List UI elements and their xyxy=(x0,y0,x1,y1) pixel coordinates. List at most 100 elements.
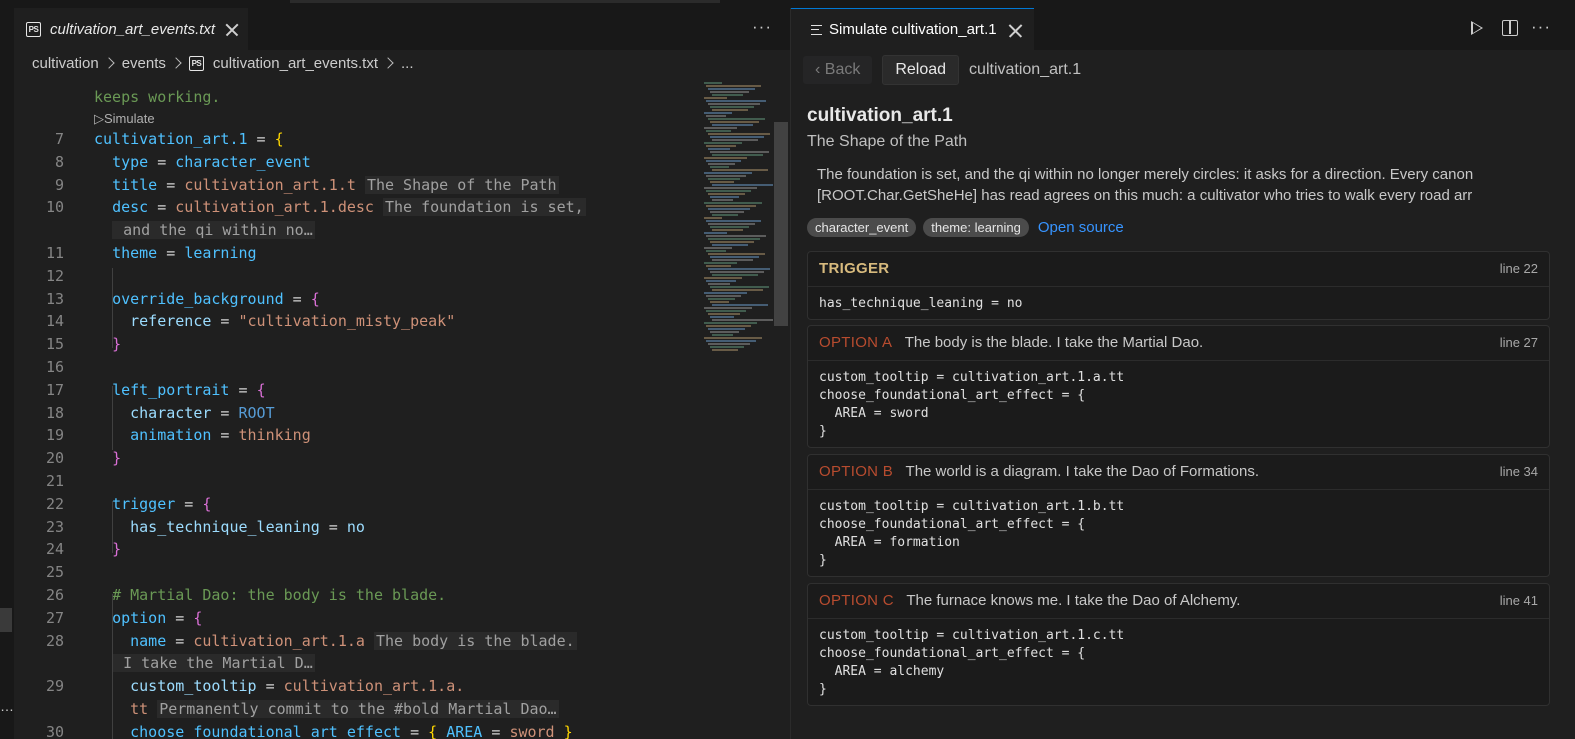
card-line-number[interactable]: line 27 xyxy=(1500,326,1538,360)
minimap-line xyxy=(712,274,758,276)
line-number: 22 xyxy=(45,494,64,513)
minimap-line xyxy=(712,229,743,231)
simulate-codelens[interactable]: ▷Simulate xyxy=(94,111,155,127)
code-line[interactable]: 11 theme = learning xyxy=(14,242,698,265)
line-number: 9 xyxy=(54,175,64,194)
ps-file-icon: PS xyxy=(188,55,204,71)
minimap-line xyxy=(710,136,764,138)
code-line[interactable]: 15 } xyxy=(14,333,698,356)
line-number: 15 xyxy=(45,335,64,354)
minimap-line xyxy=(708,133,770,135)
simulate-toolbar: ‹ Back Reload cultivation_art.1 xyxy=(791,50,1575,90)
code-line[interactable]: 12 xyxy=(14,265,698,288)
breadcrumb-item-file[interactable]: cultivation_art_events.txt xyxy=(213,55,378,72)
card-line-number[interactable]: line 22 xyxy=(1500,252,1538,286)
code-line[interactable]: 22 trigger = { xyxy=(14,493,698,516)
code-line[interactable]: 9 title = cultivation_art.1.t The Shape … xyxy=(14,174,698,197)
code-line[interactable]: 24 } xyxy=(14,538,698,561)
minimap-line xyxy=(708,298,735,300)
minimap-line xyxy=(708,193,745,195)
code-line[interactable]: 17 left_portrait = { xyxy=(14,379,698,402)
code-line[interactable]: 23 has_technique_leaning = no xyxy=(14,516,698,539)
code-line[interactable]: 8 type = character_event xyxy=(14,151,698,174)
inlay-hint: The body is the blade. xyxy=(373,631,577,650)
scrollbar-thumb[interactable] xyxy=(774,122,788,326)
more-icon[interactable]: … xyxy=(0,698,14,714)
code-line[interactable]: 16 xyxy=(14,356,698,379)
indent-guide xyxy=(112,386,113,450)
breadcrumb-item-symbol[interactable]: ... xyxy=(401,55,414,72)
code-text: } xyxy=(112,335,122,354)
split-editor-icon[interactable] xyxy=(1502,20,1518,36)
minimap-line xyxy=(704,262,737,264)
code-line[interactable]: 13 override_background = { xyxy=(14,288,698,311)
minimap-line xyxy=(704,292,747,294)
code-editor[interactable]: ▷Simulate keeps working. 7 cultivation_art… xyxy=(14,78,698,739)
card-body: custom_tooltip = cultivation_art.1.c.tt … xyxy=(819,628,1125,697)
editor-tab-bar: PS cultivation_art_events.txt ··· xyxy=(0,8,790,50)
run-icon[interactable] xyxy=(1471,21,1483,35)
minimap-line xyxy=(706,100,766,102)
tab-label: Simulate cultivation_art.1 xyxy=(829,21,997,38)
editor-scrollbar[interactable] xyxy=(774,78,790,739)
minimap-line xyxy=(706,115,726,117)
card-line-number[interactable]: line 41 xyxy=(1500,584,1538,618)
code-line[interactable]: 25 xyxy=(14,561,698,584)
code-line[interactable]: 27 option = { xyxy=(14,607,698,630)
code-line[interactable]: 7 cultivation_art.1 = { xyxy=(14,128,698,151)
minimap-line xyxy=(712,334,733,336)
minimap-line xyxy=(706,325,751,327)
code-line[interactable]: keeps working. xyxy=(14,86,698,109)
code-line[interactable]: 26 # Martial Dao: the body is the blade. xyxy=(14,584,698,607)
open-source-link[interactable]: Open source xyxy=(1038,219,1124,236)
code-text: } xyxy=(112,540,122,559)
minimap-line xyxy=(712,349,738,351)
minimap-line xyxy=(710,181,734,183)
breadcrumb-item-events[interactable]: events xyxy=(122,55,166,72)
close-icon[interactable] xyxy=(1007,21,1024,38)
more-actions-icon[interactable]: ··· xyxy=(750,18,774,40)
tab-cultivation-art-events[interactable]: PS cultivation_art_events.txt xyxy=(14,8,248,50)
event-description-line: The foundation is set, and the qi within… xyxy=(817,166,1474,183)
code-line[interactable]: I take the Martial D… xyxy=(14,652,698,675)
chevron-right-icon xyxy=(382,57,394,69)
minimap[interactable] xyxy=(700,78,773,358)
code-line[interactable]: tt Permanently commit to the #bold Marti… xyxy=(14,698,698,721)
back-button[interactable]: ‹ Back xyxy=(803,56,873,84)
code-line[interactable]: 18 character = ROOT xyxy=(14,402,698,425)
card-body: custom_tooltip = cultivation_art.1.a.tt … xyxy=(819,370,1125,439)
tab-simulate[interactable]: Simulate cultivation_art.1 xyxy=(791,8,1034,50)
minimap-line xyxy=(704,172,752,174)
inlay-hint: The foundation is set, xyxy=(383,198,586,217)
code-line[interactable]: 29 custom_tooltip = cultivation_art.1.a. xyxy=(14,675,698,698)
minimap-line xyxy=(704,202,762,204)
minimap-line xyxy=(712,214,738,216)
minimap-line xyxy=(704,277,742,279)
minimap-line xyxy=(710,331,739,333)
minimap-line xyxy=(710,211,744,213)
window-top-strip xyxy=(0,0,1575,8)
card-header: OPTION B The world is a diagram. I take … xyxy=(808,455,1549,490)
code-line[interactable]: 20 } xyxy=(14,447,698,470)
close-icon[interactable] xyxy=(224,21,240,37)
card-title: The body is the blade. I take the Martia… xyxy=(904,334,1204,351)
more-actions-icon[interactable]: ··· xyxy=(1529,18,1553,40)
code-line[interactable]: 21 xyxy=(14,470,698,493)
preview-icon xyxy=(811,24,822,35)
minimap-line xyxy=(708,328,745,330)
minimap-line xyxy=(704,142,742,144)
line-number: 23 xyxy=(45,517,64,536)
chevron-right-icon xyxy=(170,57,182,69)
reload-button[interactable]: Reload xyxy=(882,55,960,85)
minimap-line xyxy=(710,301,729,303)
code-line[interactable]: 30 choose_foundational_art_effect = { AR… xyxy=(14,721,698,739)
minimap-line xyxy=(706,145,736,147)
code-line[interactable]: 19 animation = thinking xyxy=(14,424,698,447)
code-line[interactable]: 28 name = cultivation_art.1.a The body i… xyxy=(14,630,698,653)
code-line[interactable]: 14 reference = "cultivation_misty_peak" xyxy=(14,310,698,333)
breadcrumb-item-cultivation[interactable]: cultivation xyxy=(32,55,99,72)
code-line[interactable]: and the qi within no… xyxy=(14,219,698,242)
code-line[interactable]: 10 desc = cultivation_art.1.desc The fou… xyxy=(14,196,698,219)
card-line-number[interactable]: line 34 xyxy=(1500,455,1538,489)
breadcrumb: cultivation events PS cultivation_art_ev… xyxy=(0,50,790,76)
